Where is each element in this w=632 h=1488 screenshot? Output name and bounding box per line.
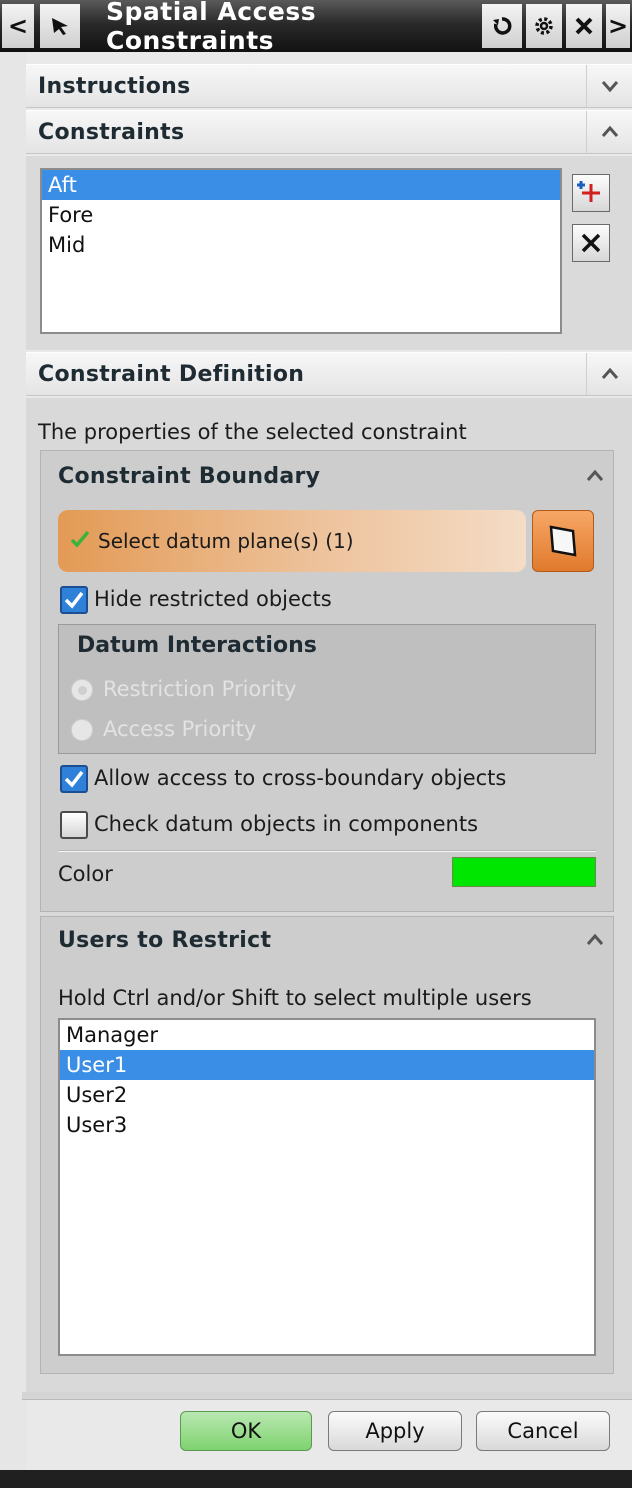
constraint-definition-label: Constraint Definition: [38, 361, 305, 387]
list-item[interactable]: Fore: [42, 200, 560, 230]
reset-icon[interactable]: [482, 4, 522, 48]
delete-constraint-button[interactable]: [572, 224, 610, 262]
chevron-up-icon[interactable]: [586, 464, 614, 489]
window-title: Spatial Access Constraints: [106, 0, 317, 55]
users-list[interactable]: Manager User1 User2 User3: [58, 1018, 596, 1356]
chevron-down-icon[interactable]: [586, 65, 632, 107]
color-swatch[interactable]: [452, 857, 596, 887]
constraint-description: The properties of the selected constrain…: [38, 420, 467, 444]
constraint-boundary-header[interactable]: Constraint Boundary: [58, 458, 614, 494]
check-icon: [58, 529, 98, 554]
list-item[interactable]: User3: [60, 1110, 594, 1140]
constraint-boundary-label: Constraint Boundary: [58, 463, 321, 489]
list-item[interactable]: User1: [60, 1050, 594, 1080]
chevron-up-icon[interactable]: [586, 928, 614, 953]
hide-restricted-checkbox[interactable]: [60, 586, 88, 614]
list-item[interactable]: Manager: [60, 1020, 594, 1050]
cancel-button[interactable]: Cancel: [476, 1411, 610, 1451]
chevron-up-icon[interactable]: [586, 111, 632, 153]
ok-button[interactable]: OK: [180, 1411, 312, 1451]
list-item[interactable]: User2: [60, 1080, 594, 1110]
color-label: Color: [58, 862, 113, 886]
constraints-header[interactable]: Constraints: [26, 110, 632, 154]
chevron-up-icon[interactable]: [586, 353, 632, 395]
datum-interactions-label: Datum Interactions: [77, 633, 317, 658]
datum-interactions-group: Datum Interactions Restriction Priority …: [58, 624, 596, 754]
close-icon[interactable]: [566, 4, 602, 48]
check-components-checkbox[interactable]: [60, 811, 88, 839]
forward-arrow-icon[interactable]: >: [606, 4, 630, 48]
title-bar: < Spatial Access Constraints >: [0, 0, 632, 55]
constraints-list[interactable]: Aft Fore Mid: [40, 168, 562, 334]
restriction-priority-radio[interactable]: [71, 679, 93, 701]
divider: [58, 850, 596, 852]
left-margin: [0, 52, 26, 1472]
bottom-edge: [0, 1470, 632, 1488]
users-hint: Hold Ctrl and/or Shift to select multipl…: [58, 986, 532, 1010]
allow-cross-boundary-label: Allow access to cross-boundary objects: [94, 766, 507, 790]
datum-plane-icon[interactable]: [532, 510, 594, 572]
select-datum-plane-row[interactable]: Select datum plane(s) (1): [58, 510, 526, 572]
constraints-label: Constraints: [38, 119, 185, 145]
list-item[interactable]: Aft: [42, 170, 560, 200]
select-cursor-icon[interactable]: [40, 4, 80, 48]
apply-button[interactable]: Apply: [328, 1411, 462, 1451]
hide-restricted-label: Hide restricted objects: [94, 587, 332, 611]
access-priority-radio[interactable]: [71, 719, 93, 741]
restriction-priority-label: Restriction Priority: [103, 677, 297, 701]
instructions-header[interactable]: Instructions: [26, 64, 632, 108]
instructions-label: Instructions: [38, 73, 191, 99]
settings-gear-icon[interactable]: [526, 4, 562, 48]
users-header[interactable]: Users to Restrict: [58, 922, 614, 958]
users-label: Users to Restrict: [58, 927, 272, 953]
constraint-definition-header[interactable]: Constraint Definition: [26, 352, 632, 396]
add-constraint-button[interactable]: [572, 174, 610, 212]
check-components-label: Check datum objects in components: [94, 812, 479, 836]
access-priority-label: Access Priority: [103, 717, 257, 741]
allow-cross-boundary-checkbox[interactable]: [60, 765, 88, 793]
back-arrow-icon[interactable]: <: [2, 4, 34, 48]
footer-divider: [22, 1392, 632, 1400]
select-datum-plane-label: Select datum plane(s) (1): [98, 529, 354, 553]
list-item[interactable]: Mid: [42, 230, 560, 260]
